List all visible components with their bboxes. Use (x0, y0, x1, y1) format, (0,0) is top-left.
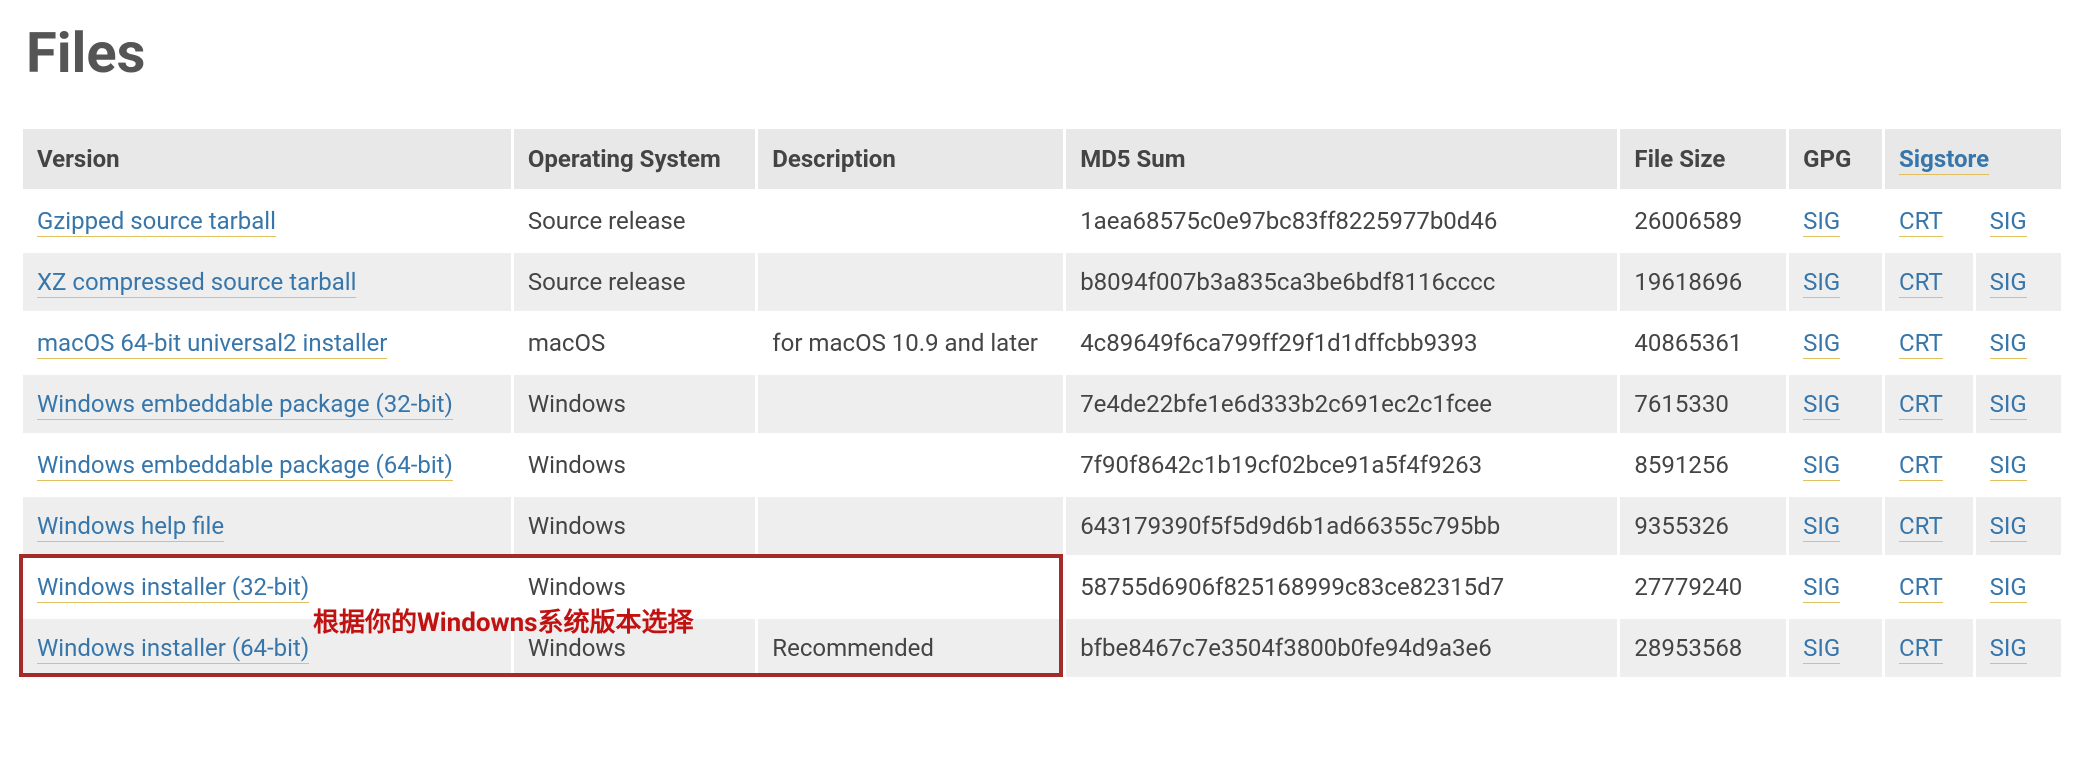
files-table: Version Operating System Description MD5… (20, 126, 2064, 680)
os-cell: Windows (514, 497, 755, 555)
os-cell: Windows (514, 375, 755, 433)
sigstore-header-link[interactable]: Sigstore (1899, 145, 1989, 175)
version-link[interactable]: macOS 64-bit universal2 installer (37, 329, 387, 359)
table-row: Windows installer (32-bit) Windows 58755d6… (23, 558, 2061, 616)
version-link[interactable]: Gzipped source tarball (37, 207, 276, 237)
sigstore-crt-link[interactable]: CRT (1899, 207, 1943, 237)
sigstore-sig-link[interactable]: SIG (1990, 634, 2027, 664)
md5-cell: 643179390f5f5d9d6b1ad66355c795bb (1066, 497, 1617, 555)
sigstore-crt-link[interactable]: CRT (1899, 512, 1943, 542)
sigstore-crt-link[interactable]: CRT (1899, 329, 1943, 359)
filesize-cell: 9355326 (1620, 497, 1786, 555)
os-cell: Windows (514, 619, 755, 677)
description-cell (758, 436, 1063, 494)
filesize-cell: 27779240 (1620, 558, 1786, 616)
col-header-version: Version (23, 129, 511, 189)
gpg-sig-link[interactable]: SIG (1803, 451, 1840, 481)
filesize-cell: 19618696 (1620, 253, 1786, 311)
sigstore-crt-link[interactable]: CRT (1899, 390, 1943, 420)
description-cell: for macOS 10.9 and later (758, 314, 1063, 372)
description-cell (758, 497, 1063, 555)
description-cell (758, 375, 1063, 433)
gpg-sig-link[interactable]: SIG (1803, 329, 1840, 359)
md5-cell: 7e4de22bfe1e6d333b2c691ec2c1fcee (1066, 375, 1617, 433)
os-cell: Windows (514, 558, 755, 616)
gpg-sig-link[interactable]: SIG (1803, 573, 1840, 603)
col-header-md5: MD5 Sum (1066, 129, 1617, 189)
md5-cell: 4c89649f6ca799ff29f1d1dffcbb9393 (1066, 314, 1617, 372)
version-link[interactable]: Windows installer (64-bit) (37, 634, 309, 664)
table-row: Windows embeddable package (32-bit) Windo… (23, 375, 2061, 433)
gpg-sig-link[interactable]: SIG (1803, 207, 1840, 237)
sigstore-sig-link[interactable]: SIG (1990, 451, 2027, 481)
col-header-gpg: GPG (1789, 129, 1882, 189)
col-header-os: Operating System (514, 129, 755, 189)
gpg-sig-link[interactable]: SIG (1803, 268, 1840, 298)
version-link[interactable]: Windows help file (37, 512, 224, 542)
version-link[interactable]: XZ compressed source tarball (37, 268, 356, 298)
filesize-cell: 26006589 (1620, 192, 1786, 250)
sigstore-sig-link[interactable]: SIG (1990, 573, 2027, 603)
description-cell (758, 253, 1063, 311)
md5-cell: 58755d6906f825168999c83ce82315d7 (1066, 558, 1617, 616)
gpg-sig-link[interactable]: SIG (1803, 390, 1840, 420)
version-link[interactable]: Windows embeddable package (64-bit) (37, 451, 453, 481)
sigstore-sig-link[interactable]: SIG (1990, 268, 2027, 298)
description-cell (758, 192, 1063, 250)
md5-cell: 7f90f8642c1b19cf02bce91a5f4f9263 (1066, 436, 1617, 494)
description-cell (758, 558, 1063, 616)
md5-cell: bfbe8467c7e3504f3800b0fe94d9a3e6 (1066, 619, 1617, 677)
sigstore-crt-link[interactable]: CRT (1899, 573, 1943, 603)
os-cell: Source release (514, 192, 755, 250)
sigstore-sig-link[interactable]: SIG (1990, 207, 2027, 237)
gpg-sig-link[interactable]: SIG (1803, 512, 1840, 542)
md5-cell: b8094f007b3a835ca3be6bdf8116cccc (1066, 253, 1617, 311)
sigstore-crt-link[interactable]: CRT (1899, 451, 1943, 481)
table-row: Windows installer (64-bit) WindowsRecomme… (23, 619, 2061, 677)
table-row: Windows help file Windows 643179390f5f5d9d… (23, 497, 2061, 555)
os-cell: macOS (514, 314, 755, 372)
version-link[interactable]: Windows installer (32-bit) (37, 573, 309, 603)
filesize-cell: 7615330 (1620, 375, 1786, 433)
sigstore-sig-link[interactable]: SIG (1990, 512, 2027, 542)
table-row: XZ compressed source tarball Source relea… (23, 253, 2061, 311)
page-title: Files (26, 20, 2064, 86)
os-cell: Source release (514, 253, 755, 311)
md5-cell: 1aea68575c0e97bc83ff8225977b0d46 (1066, 192, 1617, 250)
description-cell: Recommended (758, 619, 1063, 677)
sigstore-crt-link[interactable]: CRT (1899, 634, 1943, 664)
table-row: Gzipped source tarball Source release 1aea… (23, 192, 2061, 250)
col-header-filesize: File Size (1620, 129, 1786, 189)
sigstore-crt-link[interactable]: CRT (1899, 268, 1943, 298)
sigstore-sig-link[interactable]: SIG (1990, 390, 2027, 420)
filesize-cell: 8591256 (1620, 436, 1786, 494)
sigstore-sig-link[interactable]: SIG (1990, 329, 2027, 359)
gpg-sig-link[interactable]: SIG (1803, 634, 1840, 664)
filesize-cell: 28953568 (1620, 619, 1786, 677)
col-header-description: Description (758, 129, 1063, 189)
table-row: macOS 64-bit universal2 installer macOSfo… (23, 314, 2061, 372)
col-header-sigstore: Sigstore (1885, 129, 2061, 189)
table-row: Windows embeddable package (64-bit) Windo… (23, 436, 2061, 494)
version-link[interactable]: Windows embeddable package (32-bit) (37, 390, 453, 420)
os-cell: Windows (514, 436, 755, 494)
filesize-cell: 40865361 (1620, 314, 1786, 372)
